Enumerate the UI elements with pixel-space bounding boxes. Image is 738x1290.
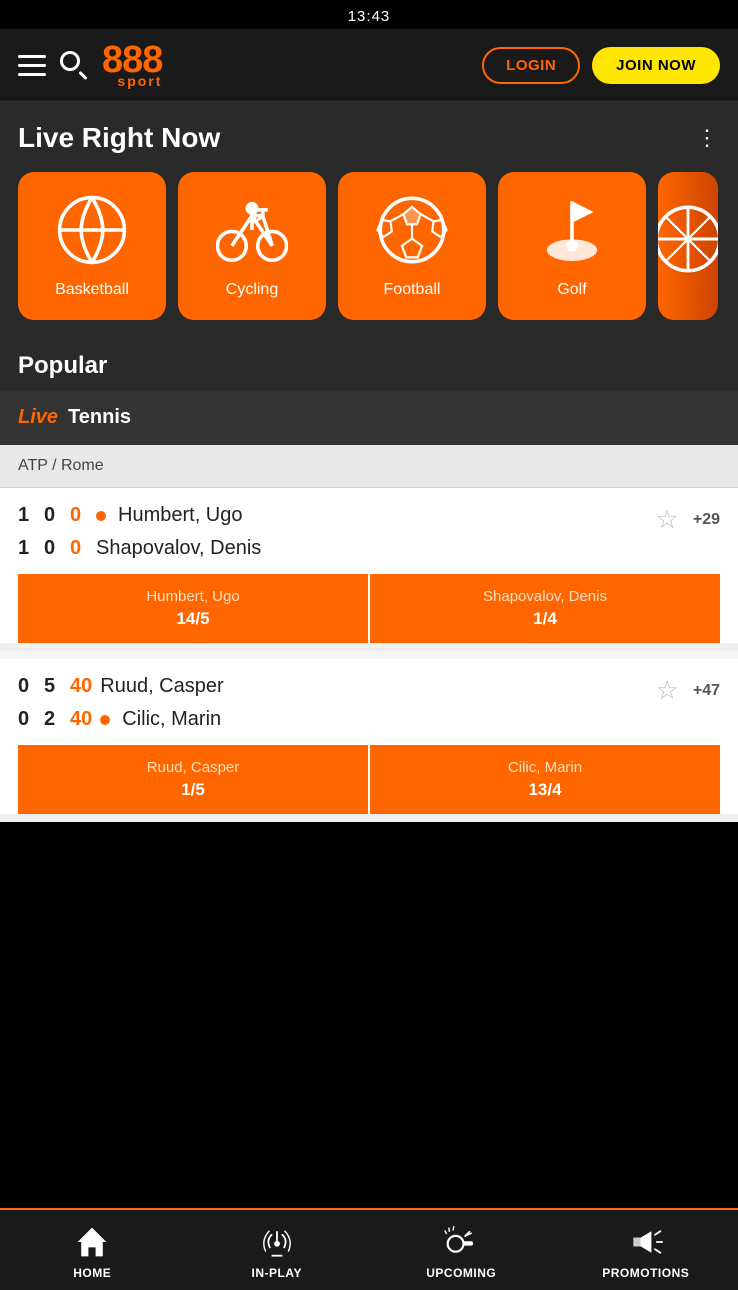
team-name-1-2: Shapovalov, Denis bbox=[96, 537, 261, 560]
sports-row: Basketball bbox=[18, 172, 720, 320]
live-dot-1-1 bbox=[96, 511, 106, 521]
bottom-nav: HOME IN-PLAY UPCOMING bbox=[0, 1208, 738, 1290]
score-2-1-0: 0 bbox=[18, 675, 36, 698]
bet-player-2-2: Cilic, Marin bbox=[508, 759, 582, 776]
bet-odds-2-2: 13/4 bbox=[528, 780, 561, 800]
inplay-icon bbox=[259, 1224, 295, 1260]
match-competition-1: ATP / Rome bbox=[0, 445, 738, 488]
nav-upcoming-label: UPCOMING bbox=[426, 1266, 496, 1280]
team-name-2-2: Cilic, Marin bbox=[122, 708, 221, 731]
team-row-2-2: 0 2 40 Cilic, Marin bbox=[18, 708, 224, 731]
live-now-header: Live Right Now ⋮ bbox=[18, 122, 720, 154]
bet-buttons-2: Ruud, Casper 1/5 Cilic, Marin 13/4 bbox=[18, 745, 720, 814]
popular-title: Popular bbox=[18, 352, 107, 379]
score-1-2-0: 1 bbox=[18, 537, 36, 560]
bet-btn-2-1[interactable]: Ruud, Casper 1/5 bbox=[18, 745, 368, 814]
bet-btn-1-2[interactable]: Shapovalov, Denis 1/4 bbox=[370, 574, 720, 643]
match-teams-2: 0 5 40 Ruud, Casper 0 2 40 Cilic, Marin bbox=[18, 675, 224, 731]
tennis-label: Tennis bbox=[68, 406, 131, 429]
live-dot-2-2 bbox=[100, 715, 110, 725]
sport-item-cycling[interactable]: Cycling bbox=[178, 172, 326, 320]
login-button[interactable]: LOGIN bbox=[482, 47, 580, 84]
score-1-1-2: 0 bbox=[70, 504, 88, 527]
match-scores-row-2: 0 5 40 Ruud, Casper 0 2 40 Cilic, Marin … bbox=[18, 675, 720, 731]
favorite-icon-1[interactable]: ☆ bbox=[656, 504, 679, 535]
football-label: Football bbox=[384, 281, 441, 299]
status-time: 13:43 bbox=[348, 8, 391, 25]
more-options-icon[interactable]: ⋮ bbox=[696, 125, 720, 151]
match-teams-1: 1 0 0 Humbert, Ugo 1 0 0 Shapovalov, Den… bbox=[18, 504, 261, 560]
more-markets-2[interactable]: +47 bbox=[693, 682, 720, 700]
bet-player-1-1: Humbert, Ugo bbox=[146, 588, 239, 605]
menu-icon[interactable] bbox=[18, 52, 46, 79]
match-card-2: 0 5 40 Ruud, Casper 0 2 40 Cilic, Marin … bbox=[0, 659, 738, 822]
team-name-1-1: Humbert, Ugo bbox=[118, 504, 243, 527]
golf-label: Golf bbox=[557, 281, 586, 299]
nav-home[interactable]: HOME bbox=[0, 1210, 185, 1290]
bet-buttons-1: Humbert, Ugo 14/5 Shapovalov, Denis 1/4 bbox=[18, 574, 720, 643]
nav-inplay-label: IN-PLAY bbox=[252, 1266, 302, 1280]
score-1-1-1: 0 bbox=[44, 504, 62, 527]
search-icon[interactable] bbox=[60, 51, 88, 79]
bet-odds-1-2: 1/4 bbox=[533, 609, 557, 629]
cycling-icon bbox=[216, 194, 288, 271]
header-right: LOGIN JOIN NOW bbox=[482, 47, 720, 84]
cycling-label: Cycling bbox=[226, 281, 278, 299]
score-1-2-2: 0 bbox=[70, 537, 88, 560]
handball-icon bbox=[658, 203, 718, 280]
nav-promotions-label: PROMOTIONS bbox=[602, 1266, 689, 1280]
basketball-label: Basketball bbox=[55, 281, 129, 299]
live-badge: Live bbox=[18, 406, 58, 429]
bet-btn-2-2[interactable]: Cilic, Marin 13/4 bbox=[370, 745, 720, 814]
sport-item-handball[interactable] bbox=[658, 172, 718, 320]
upcoming-icon bbox=[443, 1224, 479, 1260]
sport-item-basketball[interactable]: Basketball bbox=[18, 172, 166, 320]
score-1-2-1: 0 bbox=[44, 537, 62, 560]
match-actions-2: ☆ +47 bbox=[656, 675, 720, 706]
team-row-2-1: 0 5 40 Ruud, Casper bbox=[18, 675, 224, 698]
basketball-icon bbox=[56, 194, 128, 271]
status-bar: 13:43 bbox=[0, 0, 738, 29]
bet-btn-1-1[interactable]: Humbert, Ugo 14/5 bbox=[18, 574, 368, 643]
bet-odds-2-1: 1/5 bbox=[181, 780, 205, 800]
match-actions-1: ☆ +29 bbox=[656, 504, 720, 535]
team-name-2-1: Ruud, Casper bbox=[100, 675, 223, 698]
live-now-section: Live Right Now ⋮ Basketball bbox=[0, 102, 738, 336]
sport-item-golf[interactable]: Golf bbox=[498, 172, 646, 320]
nav-promotions[interactable]: PROMOTIONS bbox=[554, 1210, 738, 1290]
score-2-2-1: 2 bbox=[44, 708, 62, 731]
nav-upcoming[interactable]: UPCOMING bbox=[369, 1210, 554, 1290]
match-section: ATP / Rome 1 0 0 Humbert, Ugo 1 0 0 Shap… bbox=[0, 445, 738, 822]
golf-icon bbox=[536, 194, 608, 271]
home-icon bbox=[74, 1224, 110, 1260]
match-scores-row-1: 1 0 0 Humbert, Ugo 1 0 0 Shapovalov, Den… bbox=[18, 504, 720, 560]
score-2-1-2: 40 bbox=[70, 675, 92, 698]
match-card-1: 1 0 0 Humbert, Ugo 1 0 0 Shapovalov, Den… bbox=[0, 488, 738, 651]
bet-player-1-2: Shapovalov, Denis bbox=[483, 588, 607, 605]
score-2-1-1: 5 bbox=[44, 675, 62, 698]
nav-inplay[interactable]: IN-PLAY bbox=[185, 1210, 370, 1290]
live-now-title: Live Right Now bbox=[18, 122, 220, 154]
more-markets-1[interactable]: +29 bbox=[693, 511, 720, 529]
live-tennis-section: Live Tennis bbox=[0, 390, 738, 445]
favorite-icon-2[interactable]: ☆ bbox=[656, 675, 679, 706]
team-row-1-2: 1 0 0 Shapovalov, Denis bbox=[18, 537, 261, 560]
team-row-1-1: 1 0 0 Humbert, Ugo bbox=[18, 504, 261, 527]
sport-item-football[interactable]: Football bbox=[338, 172, 486, 320]
logo-sport: sport bbox=[102, 73, 162, 89]
football-icon bbox=[376, 194, 448, 271]
bet-player-2-1: Ruud, Casper bbox=[147, 759, 240, 776]
nav-home-label: HOME bbox=[73, 1266, 111, 1280]
logo: 888 sport bbox=[102, 41, 162, 89]
header-left: 888 sport bbox=[18, 41, 162, 89]
score-2-2-0: 0 bbox=[18, 708, 36, 731]
popular-section: Popular bbox=[0, 336, 738, 390]
score-2-2-2: 40 bbox=[70, 708, 92, 731]
bet-odds-1-1: 14/5 bbox=[176, 609, 209, 629]
score-1-1-0: 1 bbox=[18, 504, 36, 527]
promotions-icon bbox=[628, 1224, 664, 1260]
join-button[interactable]: JOIN NOW bbox=[592, 47, 720, 84]
header: 888 sport LOGIN JOIN NOW bbox=[0, 29, 738, 102]
